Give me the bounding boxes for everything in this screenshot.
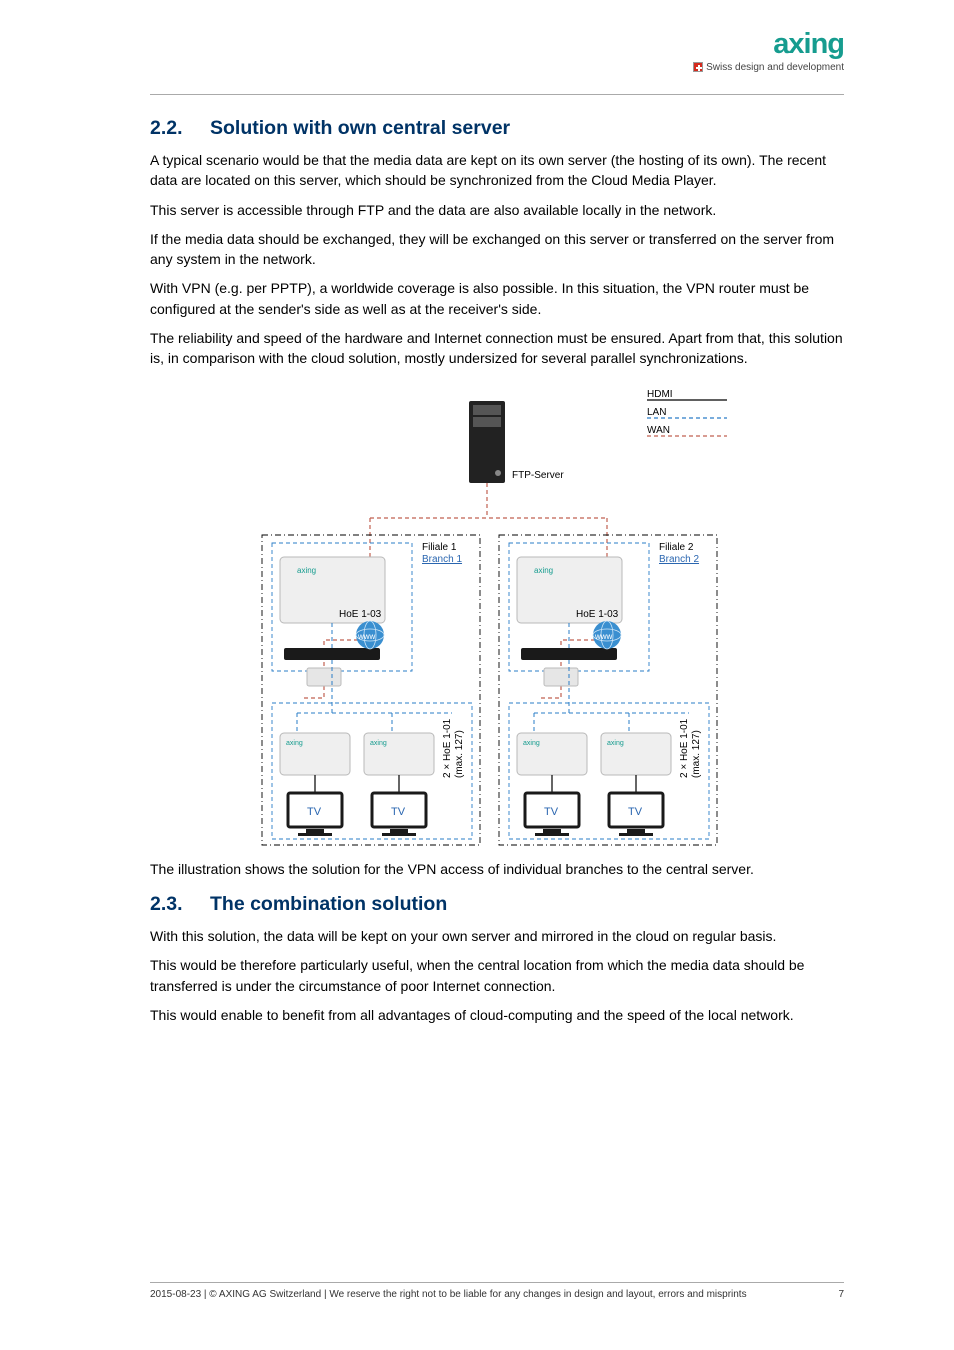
svg-text:TV: TV [628, 806, 643, 818]
receiver-count-line1: 2 × HoE 1-01 [442, 718, 453, 778]
paragraph: With VPN (e.g. per PPTP), a worldwide co… [150, 278, 844, 319]
paragraph: If the media data should be exchanged, t… [150, 229, 844, 270]
branch-title-en: Branch 2 [659, 554, 699, 565]
branch-2: Filiale 2 Branch 2 axing HoE 1-03 www [499, 535, 717, 845]
network-diagram: HDMI LAN WAN FTP-Server [252, 383, 742, 853]
branch-title-native: Filiale 1 [422, 542, 457, 553]
section-heading-2-3: 2.3.The combination solution [150, 893, 844, 916]
paragraph: With this solution, the data will be kep… [150, 926, 844, 946]
branch-1: Filiale 1 Branch 1 axing HoE 1-03 www [262, 535, 480, 845]
branch-title-en: Branch 1 [422, 554, 462, 565]
page-header: axing Swiss design and development [150, 30, 844, 95]
svg-text:axing: axing [534, 566, 553, 575]
ftp-server-label: FTP-Server [512, 470, 564, 481]
www-globe-icon: www [593, 621, 621, 649]
paragraph: The reliability and speed of the hardwar… [150, 328, 844, 369]
legend-wan-label: WAN [647, 425, 670, 436]
router-brand: axing [297, 566, 316, 575]
section-number: 2.2. [150, 117, 210, 140]
footer-text: 2015-08-23 | © AXING AG Switzerland | We… [150, 1289, 747, 1300]
svg-text:TV: TV [544, 806, 559, 818]
svg-text:TV: TV [391, 806, 406, 818]
www-globe-icon: www [356, 621, 384, 649]
paragraph: This would enable to benefit from all ad… [150, 1005, 844, 1025]
page-number: 7 [838, 1289, 844, 1300]
svg-text:axing: axing [607, 740, 624, 747]
section-title: Solution with own central server [210, 117, 510, 139]
sender-label: HoE 1-03 [576, 609, 619, 620]
brand-name: axing [684, 30, 844, 59]
diagram-legend: HDMI LAN WAN [647, 389, 727, 436]
legend-hdmi-label: HDMI [647, 389, 673, 400]
swiss-flag-icon [693, 62, 703, 72]
svg-text:axing: axing [286, 740, 303, 747]
sender-label: HoE 1-03 [339, 609, 382, 620]
paragraph: A typical scenario would be that the med… [150, 150, 844, 191]
tv-icon: TV [372, 793, 426, 836]
svg-text:axing: axing [370, 740, 387, 747]
ftp-server-icon [469, 401, 505, 483]
page-footer: 2015-08-23 | © AXING AG Switzerland | We… [150, 1282, 844, 1300]
receiver-count-line2: (max. 127) [454, 730, 465, 778]
svg-text:TV: TV [307, 806, 322, 818]
svg-text:2 × HoE 1-01: 2 × HoE 1-01 [679, 718, 690, 778]
section-title: The combination solution [210, 893, 447, 915]
brand-tagline: Swiss design and development [684, 62, 844, 73]
svg-text:axing: axing [523, 740, 540, 747]
svg-text:(max. 127): (max. 127) [691, 730, 702, 778]
svg-text:www: www [357, 632, 376, 641]
legend-lan-label: LAN [647, 407, 666, 418]
figure-caption: The illustration shows the solution for … [150, 859, 844, 879]
section-heading-2-2: 2.2.Solution with own central server [150, 117, 844, 140]
brand-logo: axing Swiss design and development [684, 30, 844, 73]
section-number: 2.3. [150, 893, 210, 916]
branch-title-native: Filiale 2 [659, 542, 694, 553]
paragraph: This would be therefore particularly use… [150, 955, 844, 996]
page: axing Swiss design and development 2.2.S… [0, 0, 954, 1350]
svg-text:www: www [594, 632, 613, 641]
paragraph: This server is accessible through FTP an… [150, 200, 844, 220]
tv-icon: TV [288, 793, 342, 836]
